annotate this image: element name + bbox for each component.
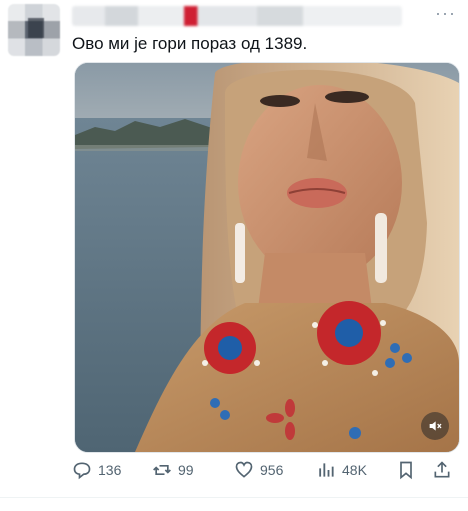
tweet-actions: 136 99 956 48K	[72, 460, 462, 482]
views-button[interactable]: 48K	[316, 460, 367, 480]
video-frame	[75, 63, 459, 452]
repost-icon	[153, 465, 171, 475]
mute-icon[interactable]	[421, 412, 449, 440]
bookmark-button[interactable]	[396, 460, 416, 480]
views-count: 48K	[342, 462, 367, 478]
bookmark-icon	[400, 461, 412, 480]
avatar[interactable]	[8, 4, 60, 56]
like-count: 956	[260, 462, 284, 478]
reply-count: 136	[98, 462, 122, 478]
heart-icon	[235, 461, 253, 478]
repost-button[interactable]: 99	[152, 460, 194, 480]
share-button[interactable]	[432, 460, 452, 480]
reply-icon	[73, 462, 91, 480]
tweet-text: Ово ми је гори пораз од 1389.	[72, 34, 308, 53]
divider	[0, 497, 468, 498]
more-horizontal-icon[interactable]: ···	[435, 4, 456, 22]
repost-count: 99	[178, 462, 194, 478]
user-name-blurred[interactable]	[72, 6, 402, 26]
share-icon	[434, 461, 450, 478]
like-button[interactable]: 956	[234, 460, 283, 480]
video-player[interactable]	[74, 62, 460, 453]
reply-button[interactable]: 136	[72, 460, 121, 480]
views-icon	[319, 463, 334, 477]
